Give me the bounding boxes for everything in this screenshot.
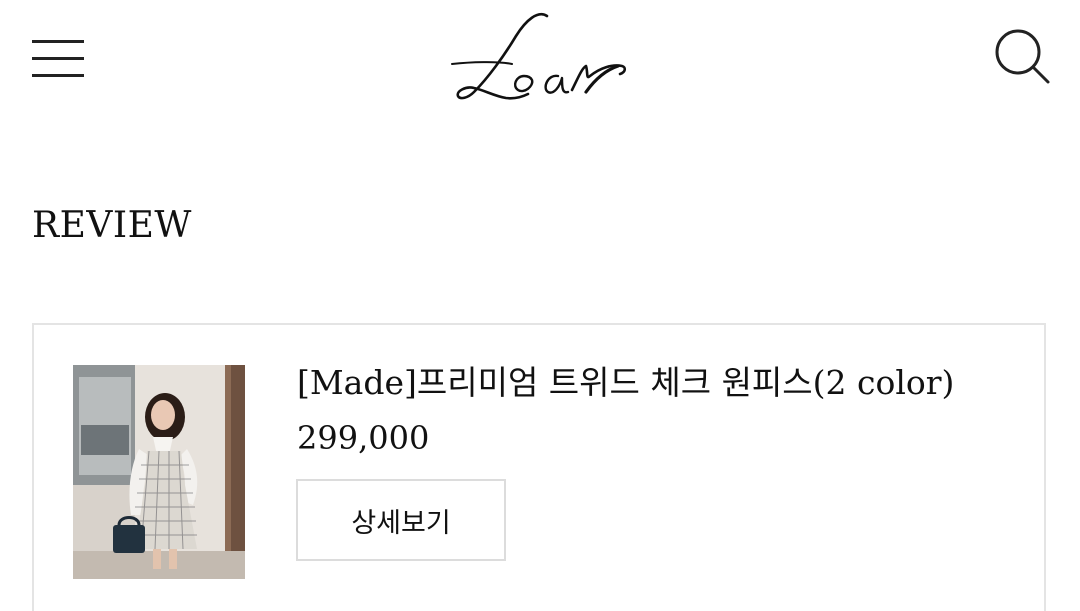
product-thumbnail[interactable] [73, 365, 245, 579]
logo-script-graphic [451, 13, 627, 100]
view-details-button[interactable]: 상세보기 [296, 479, 506, 561]
product-price: 299,000 [297, 419, 430, 457]
section-title: REVIEW [32, 205, 192, 246]
product-photo [73, 365, 245, 579]
search-icon[interactable] [992, 26, 1052, 86]
page: REVIEW [Made]프리미엄 트위드 체크 원피스(2 color) 29… [0, 0, 1080, 611]
product-name[interactable]: [Made]프리미엄 트위드 체크 원피스(2 color) [297, 361, 954, 405]
hamburger-menu-icon[interactable] [32, 40, 84, 78]
site-header [0, 0, 1080, 112]
brand-logo[interactable] [450, 6, 630, 106]
magnifier-graphic [995, 29, 1050, 84]
review-card: [Made]프리미엄 트위드 체크 원피스(2 color) 299,000 상… [32, 323, 1046, 611]
